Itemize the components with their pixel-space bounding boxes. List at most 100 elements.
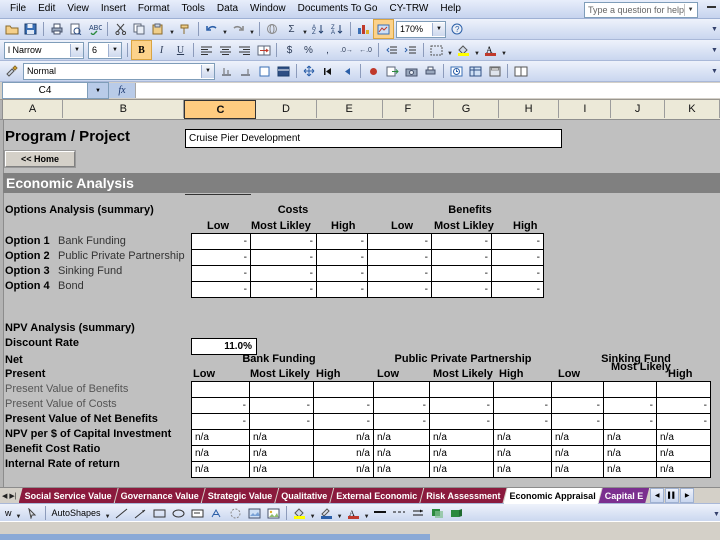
column-header-d[interactable]: D <box>256 100 317 118</box>
menu-item-file[interactable]: File <box>4 1 32 17</box>
name-box-chevron-down-icon[interactable]: ▼ <box>88 82 109 99</box>
decrease-decimal-icon[interactable]: ←.0 <box>356 41 375 59</box>
format-painter-icon[interactable] <box>176 20 195 38</box>
cell-opt2-cost-likely[interactable]: - <box>250 249 317 266</box>
cell-pvnb-ppp-likely[interactable]: - <box>429 413 494 430</box>
cell-pvnb-sink-likely[interactable]: - <box>603 413 657 430</box>
line-color-icon[interactable] <box>317 504 336 522</box>
help-icon[interactable]: ? <box>448 20 467 38</box>
cell-pvc-bank-low[interactable]: - <box>191 397 250 414</box>
page-layout-icon[interactable] <box>255 62 274 80</box>
redo-icon[interactable] <box>229 20 248 38</box>
hyperlink-icon[interactable] <box>263 20 282 38</box>
increase-decimal-icon[interactable]: .0→ <box>337 41 356 59</box>
align-center-icon[interactable] <box>216 41 235 59</box>
insert-function-icon[interactable]: fx <box>109 83 135 98</box>
cell-bcr-ppp-low[interactable]: n/a <box>373 445 430 462</box>
cell-npvpd-sink-low[interactable]: n/a <box>551 429 604 446</box>
merge-cells-icon[interactable] <box>254 41 273 59</box>
redo-dropdown-arrow-icon[interactable]: ▼ <box>248 18 256 40</box>
cell-pvc-sink-high[interactable]: - <box>656 397 711 414</box>
options-analysis-table[interactable]: - - - - - - - - - - - - - - - - - - - - … <box>191 233 544 298</box>
cell-pvnb-bank-low[interactable]: - <box>191 413 250 430</box>
font-color-icon[interactable]: A <box>344 504 363 522</box>
name-box[interactable]: C4 <box>2 82 88 99</box>
cell-pvc-ppp-low[interactable]: - <box>373 397 430 414</box>
cell-pvb-bank-low[interactable] <box>191 381 250 398</box>
cell-pvnb-sink-low[interactable]: - <box>551 413 604 430</box>
cell-opt3-benefit-likely[interactable]: - <box>431 265 492 282</box>
sheet-tab-external-economic[interactable]: External Economic <box>330 488 423 503</box>
sort-ascending-icon[interactable]: AZ <box>309 20 328 38</box>
table-row[interactable]: - - - - - - <box>191 233 544 250</box>
select-objects-icon[interactable] <box>23 504 42 522</box>
cell-irr-sink-likely[interactable]: n/a <box>603 461 657 478</box>
cell-bcr-bank-high[interactable]: n/a <box>313 445 374 462</box>
menu-item-help[interactable]: Help <box>434 1 467 17</box>
move-handle-icon[interactable] <box>300 62 319 80</box>
line-icon[interactable] <box>112 504 131 522</box>
previous-sheet-icon[interactable]: ◀ <box>1 492 8 500</box>
cell-opt4-benefit-low[interactable]: - <box>367 281 432 298</box>
tab-scroll-controls[interactable]: ◀ ▌▌ ▶ <box>650 488 695 503</box>
table-row[interactable]: - - - - - - - - - <box>191 397 711 414</box>
align-right-icon[interactable] <box>235 41 254 59</box>
print-icon[interactable] <box>47 20 66 38</box>
shadow-style-icon[interactable] <box>428 504 447 522</box>
scroll-right-icon[interactable]: ▶ <box>680 488 695 503</box>
worksheet-area[interactable]: Program / Project Cruise Pier Developmen… <box>0 120 720 492</box>
table-row[interactable]: n/a n/a n/a n/a n/a n/a n/a n/a n/a <box>191 461 711 478</box>
diagram-icon[interactable] <box>226 504 245 522</box>
table-row[interactable]: - - - - - - <box>191 265 544 282</box>
table-row[interactable]: - - - - - - - - - <box>191 413 711 430</box>
freeze-panes-icon[interactable] <box>274 62 293 80</box>
chart-wizard-icon[interactable] <box>354 20 373 38</box>
copy-icon[interactable] <box>130 20 149 38</box>
cell-npvpd-sink-likely[interactable]: n/a <box>603 429 657 446</box>
sheet-tab-risk-assessment[interactable]: Risk Assessment <box>420 488 506 503</box>
cell-bcr-ppp-high[interactable]: n/a <box>493 445 552 462</box>
drawing-icon[interactable] <box>373 19 394 39</box>
menu-item-format[interactable]: Format <box>132 1 176 17</box>
menu-item-edit[interactable]: Edit <box>32 1 61 17</box>
chevron-down-icon[interactable]: ▼ <box>70 43 83 57</box>
cell-bcr-sink-low[interactable]: n/a <box>551 445 604 462</box>
cell-npvpd-bank-low[interactable]: n/a <box>191 429 250 446</box>
percent-icon[interactable]: % <box>299 41 318 59</box>
menu-item-data[interactable]: Data <box>211 1 244 17</box>
italic-button[interactable]: I <box>152 41 171 59</box>
paste-icon[interactable] <box>149 20 168 38</box>
cell-irr-sink-high[interactable]: n/a <box>656 461 711 478</box>
minimize-icon[interactable] <box>707 6 716 8</box>
scroll-thumb-icon[interactable]: ▌▌ <box>665 488 680 503</box>
borders-icon[interactable] <box>427 41 446 59</box>
cell-opt3-benefit-low[interactable]: - <box>367 265 432 282</box>
insert-picture-icon[interactable] <box>264 504 283 522</box>
calculator-icon[interactable] <box>485 62 504 80</box>
cell-pvb-sink-high[interactable] <box>656 381 711 398</box>
cell-irr-ppp-high[interactable]: n/a <box>493 461 552 478</box>
cell-pvb-sink-likely[interactable] <box>603 381 657 398</box>
cell-npvpd-ppp-low[interactable]: n/a <box>373 429 430 446</box>
toolbar-options-icon[interactable]: ▼ <box>710 42 719 58</box>
cell-opt2-cost-high[interactable]: - <box>316 249 368 266</box>
cell-npvpd-sink-high[interactable]: n/a <box>656 429 711 446</box>
cell-opt1-benefit-high[interactable]: - <box>491 233 544 250</box>
table-row[interactable]: n/a n/a n/a n/a n/a n/a n/a n/a n/a <box>191 429 711 446</box>
export-icon[interactable] <box>383 62 402 80</box>
chevron-down-icon[interactable]: ▼ <box>432 22 445 36</box>
fill-color-icon[interactable] <box>454 41 473 59</box>
cell-pvnb-ppp-low[interactable]: - <box>373 413 430 430</box>
cell-pvb-sink-low[interactable] <box>551 381 604 398</box>
chevron-down-icon[interactable]: ▼ <box>108 43 121 57</box>
cell-opt1-cost-high[interactable]: - <box>316 233 368 250</box>
increase-indent-icon[interactable] <box>401 41 420 59</box>
cell-irr-ppp-likely[interactable]: n/a <box>429 461 494 478</box>
style-paint-icon[interactable] <box>2 62 21 80</box>
cell-opt1-benefit-likely[interactable]: - <box>431 233 492 250</box>
menu-item-tools[interactable]: Tools <box>176 1 211 17</box>
cell-pvnb-ppp-high[interactable]: - <box>493 413 552 430</box>
column-header-k[interactable]: K <box>664 100 720 118</box>
font-color-icon[interactable]: A <box>481 41 500 59</box>
sheet-tab-governance-value[interactable]: Governance Value <box>115 488 205 503</box>
